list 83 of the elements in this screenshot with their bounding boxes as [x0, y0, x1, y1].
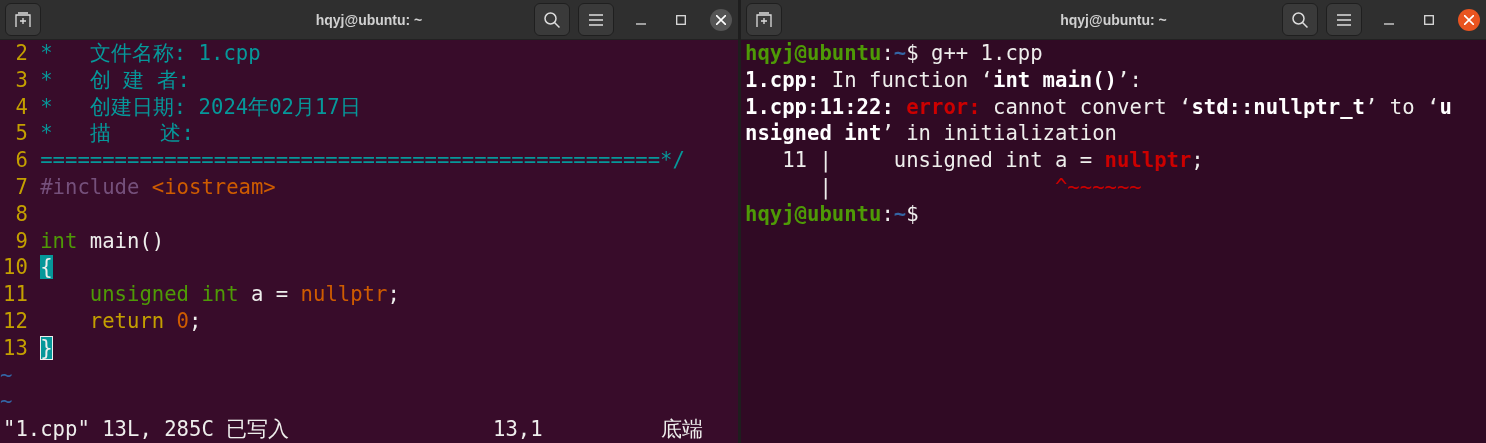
- empty-line-marker: ~: [0, 362, 13, 387]
- empty-line-marker: ~: [0, 389, 13, 414]
- new-tab-button[interactable]: [746, 3, 782, 36]
- matching-brace: {: [40, 255, 53, 280]
- line-number: 4: [14, 93, 28, 121]
- maximize-icon: [1424, 14, 1434, 25]
- comment-text: * 描 述:: [40, 121, 194, 146]
- line-number: 3: [14, 66, 28, 94]
- menu-button[interactable]: [1326, 3, 1362, 36]
- line-number: 2: [14, 40, 28, 67]
- message-text: int main(): [993, 67, 1117, 92]
- text-cursor: }: [40, 335, 53, 360]
- message-text: u: [1439, 94, 1452, 119]
- header-name-text: <iostream>: [151, 175, 276, 199]
- new-tab-button[interactable]: [5, 3, 41, 36]
- minimize-icon: [636, 22, 646, 25]
- cursor-position: 13,1: [493, 416, 544, 443]
- minimize-icon: [1384, 22, 1394, 25]
- prompt-path: ~: [893, 201, 907, 226]
- comment-text: * 创建日期: 2024年02月17日: [40, 94, 361, 119]
- code-text: $: [906, 201, 919, 226]
- preprocessor-text: #include: [40, 175, 141, 199]
- close-icon: [716, 14, 726, 25]
- code-text: ’ in initialization: [881, 121, 1117, 146]
- type-keyword: unsigned: [89, 282, 190, 307]
- new-tab-icon: [14, 11, 32, 28]
- comment-text: * 创 建 者:: [40, 67, 190, 92]
- error-text: error:: [906, 94, 981, 119]
- message-text: 1.cpp:: [745, 67, 820, 92]
- code-text: main(): [88, 228, 165, 253]
- close-icon: [1464, 14, 1474, 25]
- message-text: std::nullptr_t: [1191, 94, 1365, 119]
- comment-text: ==================================================*/: [40, 148, 685, 173]
- close-button[interactable]: [1458, 8, 1480, 31]
- code-text: |: [818, 175, 833, 199]
- new-tab-icon: [755, 11, 773, 28]
- type-keyword: int: [201, 282, 239, 307]
- error-text: nullptr: [1104, 148, 1192, 173]
- search-icon: [543, 10, 561, 29]
- line-number: 12: [3, 307, 28, 335]
- window-title: hqyj@ubuntu: ~: [1060, 11, 1167, 28]
- line-number: 8: [14, 200, 28, 228]
- close-button[interactable]: [710, 8, 732, 31]
- comment-text: * 文件名称: 1.cpp: [40, 41, 261, 65]
- code-text: :: [881, 41, 894, 65]
- code-text: In function ‘: [830, 67, 993, 92]
- line-number: 10: [3, 254, 28, 282]
- code-text: ’:: [1117, 67, 1142, 92]
- code-text: ’ to ‘: [1364, 94, 1440, 119]
- prompt-path: ~: [893, 41, 907, 65]
- status-message: "1.cpp" 13L, 285C 已写入: [3, 416, 291, 443]
- menu-icon: [1337, 13, 1351, 26]
- code-text: a =: [249, 282, 290, 307]
- search-icon: [1291, 10, 1309, 29]
- maximize-icon: [676, 14, 686, 25]
- code-text: $ g++ 1.cpp: [906, 41, 1043, 65]
- message-text: nsigned int: [745, 121, 882, 146]
- line-number: 9: [14, 227, 28, 255]
- line-number: 7: [14, 174, 28, 201]
- line-number: 13: [3, 334, 28, 362]
- code-text: ;: [1191, 148, 1204, 173]
- type-keyword: int: [40, 228, 78, 253]
- code-text: :: [881, 201, 894, 226]
- code-text: ;: [189, 308, 202, 333]
- code-text: ;: [387, 282, 400, 307]
- code-text: 11 | unsigned int a =: [781, 148, 1094, 173]
- constant-text: 0: [176, 308, 189, 333]
- scroll-position: 底端: [661, 416, 703, 443]
- search-button[interactable]: [534, 3, 570, 36]
- code-text: cannot convert ‘: [992, 94, 1192, 119]
- return-keyword: return: [89, 308, 166, 333]
- prompt-user: hqyj@ubuntu: [745, 41, 882, 65]
- caret-marker: ^~~~~~~: [1054, 175, 1142, 199]
- prompt-user: hqyj@ubuntu: [745, 201, 882, 226]
- message-text: 1.cpp:11:22:: [745, 94, 895, 119]
- constant-text: nullptr: [300, 282, 388, 307]
- line-number: 11: [3, 281, 28, 308]
- menu-icon: [589, 13, 603, 26]
- line-number: 6: [14, 147, 28, 174]
- line-number: 5: [14, 120, 28, 148]
- search-button[interactable]: [1282, 3, 1318, 36]
- window-title: hqyj@ubuntu: ~: [315, 11, 423, 28]
- menu-button[interactable]: [578, 3, 614, 36]
